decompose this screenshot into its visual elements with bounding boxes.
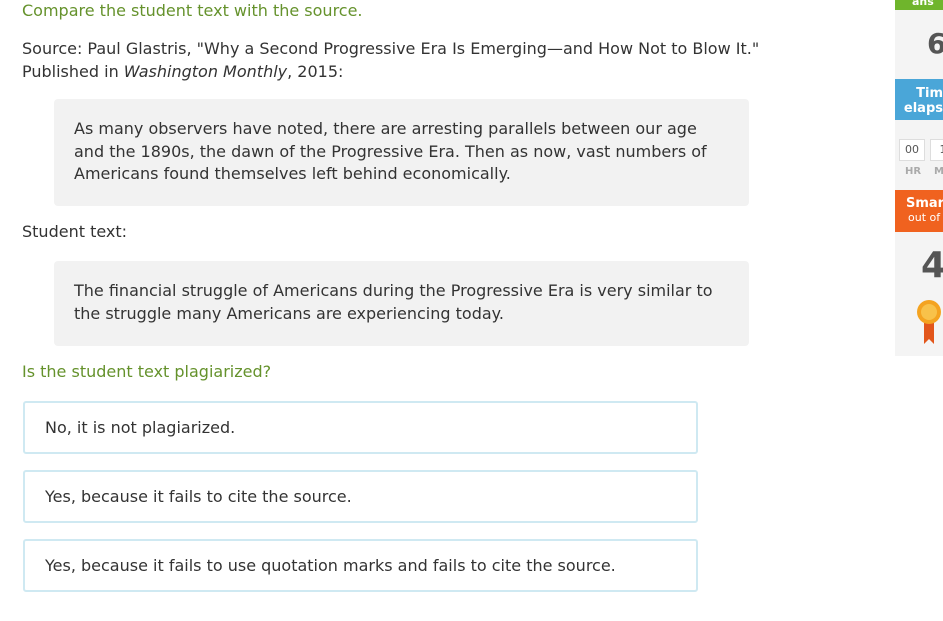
prompt-text: Compare the student text with the source… (22, 1, 363, 20)
smartscore-sub: out of (908, 211, 941, 224)
smartscore-value: 4 (921, 245, 943, 286)
time-unit-hr: HR (905, 166, 922, 177)
answered-header: ans (895, 0, 943, 10)
time-elapsed-header: Tim elaps (895, 79, 943, 120)
source-quote-box: As many observers have noted, there are … (54, 99, 749, 206)
answer-choice-fails-cite[interactable]: Yes, because it fails to cite the source… (23, 470, 698, 523)
answered-count: 6 (927, 27, 943, 60)
time-label-line2: elaps (903, 101, 943, 116)
answer-choice-label: Yes, because it fails to cite the source… (45, 487, 352, 506)
answer-choice-not-plagiarized[interactable]: No, it is not plagiarized. (23, 401, 698, 454)
time-hours: 00 (899, 139, 925, 161)
answer-choice-label: No, it is not plagiarized. (45, 418, 236, 437)
source-citation: Source: Paul Glastris, "Why a Second Pro… (22, 37, 822, 83)
smartscore-label: Smart (906, 196, 943, 211)
source-publication: Washington Monthly (123, 62, 288, 81)
ribbon-award-icon (917, 300, 941, 344)
answer-choice-label: Yes, because it fails to use quotation m… (45, 556, 616, 575)
time-minutes: 1 (930, 139, 943, 161)
student-quote-box: The financial struggle of Americans duri… (54, 261, 749, 346)
time-label-line1: Tim (916, 86, 943, 101)
question-text: Is the student text plagiarized? (22, 362, 272, 381)
answer-choice-fails-quotes-and-cite[interactable]: Yes, because it fails to use quotation m… (23, 539, 698, 592)
student-text-label: Student text: (22, 222, 128, 241)
time-unit-min: M (934, 166, 943, 177)
smartscore-header: Smart out of (895, 190, 943, 232)
source-suffix: , 2015: (287, 62, 344, 81)
